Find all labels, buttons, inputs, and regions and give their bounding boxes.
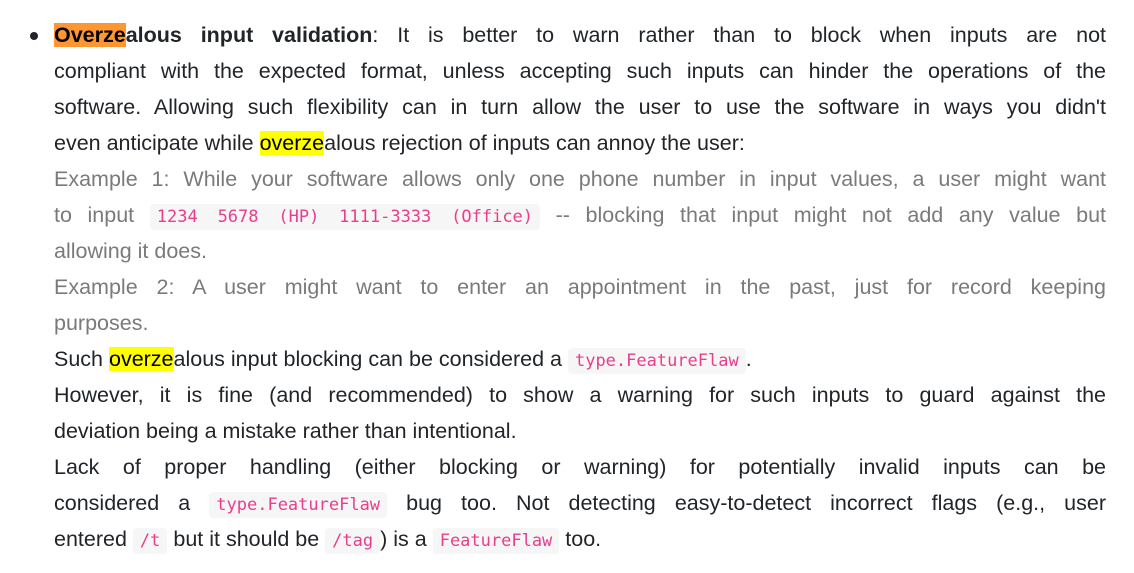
text: ) is a [380, 527, 433, 551]
search-highlight-current: Overze [54, 23, 126, 47]
text-line: However, it is fine (and recommended) to… [54, 383, 1106, 407]
text: too. [559, 527, 602, 551]
example-2-line: Example 2: A user might want to enter an… [54, 275, 1106, 299]
text-line: Such overzealous input blocking can be c… [54, 341, 1106, 377]
text: to input [54, 203, 150, 227]
text: alous rejection of inputs can annoy the … [324, 131, 745, 155]
search-highlight: overze [259, 131, 325, 155]
example-1-line: to input 1234 5678 (HP) 1111-3333 (Offic… [54, 197, 1106, 233]
item-title-text: alous input validation [125, 23, 373, 47]
text-line: entered /t but it should be /tag) is a F… [54, 521, 1106, 557]
example-1-line: allowing it does. [54, 239, 207, 263]
text-line: compliant with the expected format, unle… [54, 59, 1106, 83]
bullet-icon [30, 32, 38, 40]
item-title: Overzealous input validation [54, 23, 372, 47]
inline-code: FeatureFlaw [432, 528, 560, 554]
text: even anticipate while [54, 131, 260, 155]
example-1-line: Example 1: While your software allows on… [54, 167, 1106, 191]
text: . [745, 347, 752, 371]
inline-code: 1234 5678 (HP) 1111-3333 (Office) [149, 204, 541, 230]
text: but it should be [167, 527, 326, 551]
text: considered a [54, 491, 210, 515]
text: entered [54, 527, 133, 551]
search-highlight: overze [108, 347, 174, 371]
text-line: software. Allowing such flexibility can … [54, 95, 1106, 119]
inline-code: type.FeatureFlaw [209, 492, 388, 518]
text: alous input blocking can be considered a [173, 347, 568, 371]
text-line: Overzealous input validation: It is bett… [54, 17, 1106, 53]
text: -- blocking that input might not add any… [540, 203, 1106, 227]
inline-code: /tag [325, 528, 381, 554]
example-2-line: purposes. [54, 311, 149, 335]
text: : It is better to warn rather than to bl… [372, 23, 1106, 47]
text-line: Lack of proper handling (either blocking… [54, 455, 1106, 479]
list-item-overzealous-input-validation: Overzealous input validation: It is bett… [30, 17, 1106, 557]
text-line: even anticipate while overzealous reject… [54, 125, 1106, 161]
inline-code: /t [132, 528, 168, 554]
text: Such [54, 347, 109, 371]
text: bug too. Not detecting easy-to-detect in… [387, 491, 1106, 515]
inline-code: type.FeatureFlaw [567, 348, 746, 374]
text-line: considered a type.FeatureFlaw bug too. N… [54, 485, 1106, 521]
text-line: deviation being a mistake rather than in… [54, 419, 517, 443]
